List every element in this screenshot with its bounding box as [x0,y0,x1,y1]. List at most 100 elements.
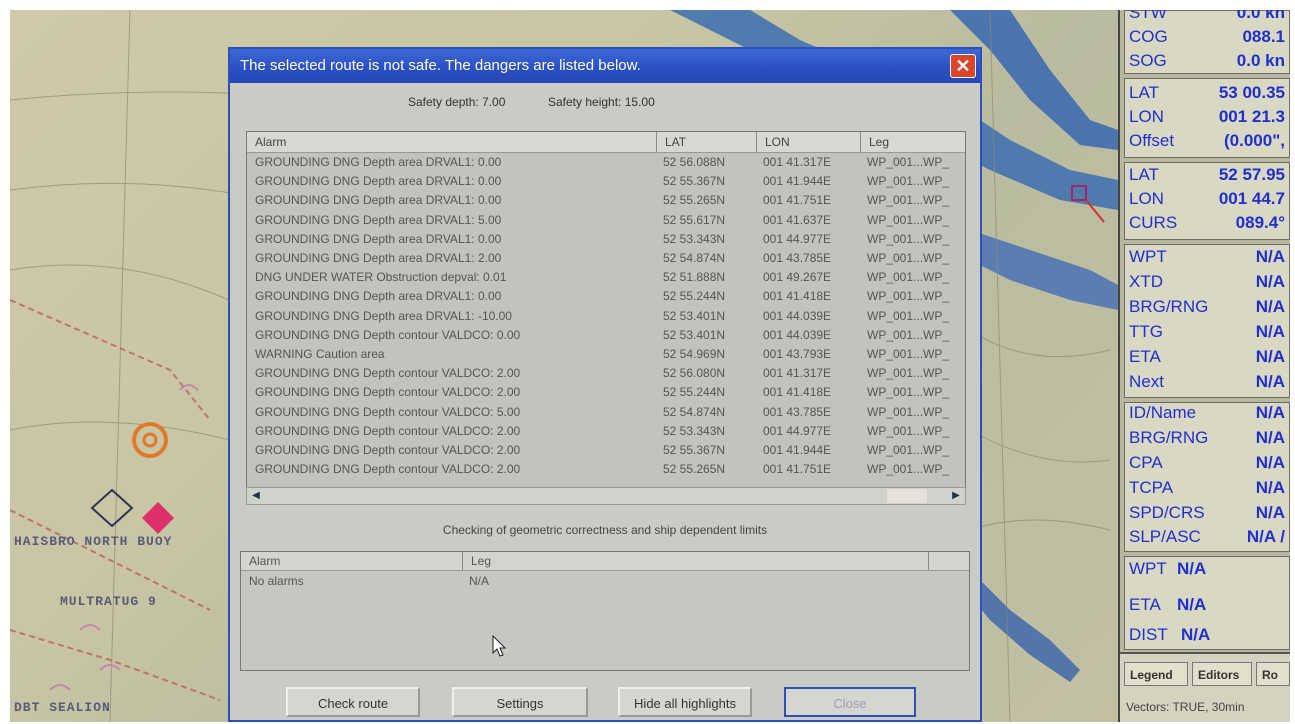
target-box: ID/Name N/A BRG/RNG N/A CPA N/A TCPA N/A SPD… [1124,402,1290,552]
cell-lon: 001 41.751E [763,193,832,208]
cell-lat: 52 55.244N [663,289,726,304]
info-panel: STW 0.0 kn COG 088.1 SOG 0.0 kn LAT 53 00.35… [1118,10,1290,722]
table-row[interactable]: GROUNDING DNG Depth contour VALDCO: 5.00… [247,404,965,423]
table-row[interactable]: GROUNDING DNG Depth contour VALDCO: 2.00… [247,442,965,461]
check-route-button[interactable]: Check route [286,687,420,717]
cursor-curs-row: CURS 089.4° [1129,213,1285,232]
ttg-row: TTG N/A [1129,322,1285,341]
table-row[interactable]: DNG UNDER WATER Obstruction depval: 0.01… [247,269,965,288]
cell-lon: 001 41.317E [763,155,832,169]
cell-lon: 001 41.418E [763,289,832,304]
safety-height: Safety height: 15.00 [548,95,655,109]
route-box: WPT N/A ETA N/A DIST N/A [1124,556,1290,650]
close-icon[interactable]: ✕ [950,54,976,78]
table-row[interactable]: GROUNDING DNG Depth contour VALDCO: 2.00… [247,423,965,442]
cell-alarm: GROUNDING DNG Depth area DRVAL1: 0.00 [255,193,502,208]
cell-lon: 001 41.418E [763,385,832,400]
cell-alarm: GROUNDING DNG Depth area DRVAL1: -10.00 [255,308,512,323]
table-row[interactable]: GROUNDING DNG Depth area DRVAL1: 0.00 52 … [247,154,965,173]
brg-rng-row: BRG/RNG N/A [1129,297,1285,316]
alarms-list-header: Alarm Leg [241,552,969,571]
cell-lon: 001 44.977E [763,231,832,246]
cell-lat: 52 56.080N [663,366,726,381]
geometric-alarms-list[interactable]: Alarm Leg No alarms N/A [240,551,970,671]
cell-lon: 001 43.785E [763,251,832,265]
cell-leg: WP_001...WP_ [867,270,950,285]
tcpa-row: TCPA N/A [1129,478,1285,497]
safety-depth: Safety depth: 7.00 [408,95,506,109]
table-row[interactable]: GROUNDING DNG Depth contour VALDCO: 2.00… [247,461,965,480]
cell-alarm: GROUNDING DNG Depth area DRVAL1: 0.00 [255,155,502,169]
cell-alarm: GROUNDING DNG Depth contour VALDCO: 2.00 [255,366,521,381]
column-header-leg-2[interactable]: Leg [463,552,929,570]
cell-alarm: GROUNDING DNG Depth contour VALDCO: 5.00 [255,404,521,419]
table-row[interactable]: GROUNDING DNG Depth contour VALDCO: 2.00… [247,365,965,384]
cell-lat: 52 53.343N [663,423,726,438]
cpa-row: CPA N/A [1129,453,1285,472]
offset-row: Offset (0.000", [1129,131,1285,150]
cell-lat: 52 54.969N [663,347,726,361]
cell-lat: 52 55.244N [663,385,726,400]
table-row[interactable]: GROUNDING DNG Depth area DRVAL1: 5.00 52 … [247,212,965,231]
target-brg-rng-row: BRG/RNG N/A [1129,428,1285,447]
table-row[interactable]: GROUNDING DNG Depth area DRVAL1: -10.00 5… [247,308,965,327]
scroll-right-icon[interactable]: ▶ [947,488,965,504]
nav-box: STW 0.0 kn COG 088.1 SOG 0.0 kn [1124,10,1290,74]
table-row[interactable]: WARNING Caution area 52 54.969N 001 43.793… [247,346,965,365]
hide-all-highlights-button[interactable]: Hide all highlights [618,687,752,717]
cell-lon: 001 41.751E [763,462,832,477]
dangers-list[interactable]: Alarm LAT LON Leg GROUNDING DNG Depth ar… [246,131,966,503]
cell-lat: 52 55.265N [663,193,726,208]
ecdis-screen: HAISBRO NORTH BUOY MULTRATUG 9 DBT SEALI… [10,10,1290,722]
cell-lat: 52 53.401N [663,308,726,323]
cell-lat: 52 55.617N [663,212,726,227]
settings-button[interactable]: Settings [452,687,588,717]
tab-legend[interactable]: Legend [1124,662,1188,686]
table-row[interactable]: GROUNDING DNG Depth area DRVAL1: 0.00 52 … [247,173,965,192]
cell-leg: WP_001...WP_ [867,212,950,227]
cell-leg: WP_001...WP_ [867,193,950,208]
column-header-lon[interactable]: LON [757,132,861,152]
lat-row: LAT 53 00.35 [1129,83,1285,102]
cursor-box: LAT 52 57.95 LON 001 44.7 CURS 089.4° [1124,162,1290,240]
column-header-lat[interactable]: LAT [657,132,757,152]
chart-label-haisbro: HAISBRO NORTH BUOY [14,534,173,549]
cell-alarm: GROUNDING DNG Depth area DRVAL1: 0.00 [255,289,502,304]
panel-tabs: Legend Editors Ro Vectors: TRUE, 30min [1120,652,1290,722]
tab-route[interactable]: Ro [1256,662,1290,686]
cell-alarm: WARNING Caution area [255,347,385,361]
route-dist-row: DIST N/A [1129,625,1211,644]
scrollbar-thumb[interactable] [887,489,927,503]
cell-leg: WP_001...WP_ [867,174,950,189]
cell-lat: 52 54.874N [663,251,726,265]
tab-editors[interactable]: Editors [1192,662,1252,686]
column-header-leg[interactable]: Leg [861,132,965,152]
table-row[interactable]: GROUNDING DNG Depth contour VALDCO: 0.00… [247,327,965,346]
table-row[interactable]: GROUNDING DNG Depth contour VALDCO: 2.00… [247,384,965,403]
table-row[interactable]: GROUNDING DNG Depth area DRVAL1: 0.00 52 … [247,231,965,250]
cell-leg: WP_001...WP_ [867,404,950,419]
cell-alarm: DNG UNDER WATER Obstruction depval: 0.01 [255,270,507,285]
column-header-alarm-2[interactable]: Alarm [241,552,463,570]
dangers-horizontal-scrollbar[interactable]: ◀ ▶ [246,487,966,505]
alarm-leg: N/A [469,574,490,588]
column-header-alarm[interactable]: Alarm [247,132,657,152]
table-row[interactable]: GROUNDING DNG Depth area DRVAL1: 0.00 52 … [247,288,965,307]
cell-alarm: GROUNDING DNG Depth contour VALDCO: 0.00 [255,327,521,342]
cell-lon: 001 44.039E [763,308,832,323]
cell-leg: WP_001...WP_ [867,327,950,342]
scroll-left-icon[interactable]: ◀ [247,488,265,504]
cell-alarm: GROUNDING DNG Depth area DRVAL1: 2.00 [255,251,502,265]
close-button[interactable]: Close [784,687,916,717]
cell-leg: WP_001...WP_ [867,423,950,438]
cell-lat: 52 55.367N [663,174,726,189]
route-eta-row: ETA N/A [1129,595,1207,614]
cell-lon: 001 43.793E [763,347,832,361]
cell-leg: WP_001...WP_ [867,347,950,361]
table-row[interactable]: GROUNDING DNG Depth area DRVAL1: 0.00 52 … [247,192,965,211]
cell-leg: WP_001...WP_ [867,308,950,323]
position-box: LAT 53 00.35 LON 001 21.3 Offset (0.000", [1124,78,1290,158]
table-row[interactable]: GROUNDING DNG Depth area DRVAL1: 2.00 52 … [247,250,965,269]
dialog-titlebar[interactable]: The selected route is not safe. The dang… [230,49,980,83]
cell-alarm: GROUNDING DNG Depth area DRVAL1: 0.00 [255,174,502,189]
